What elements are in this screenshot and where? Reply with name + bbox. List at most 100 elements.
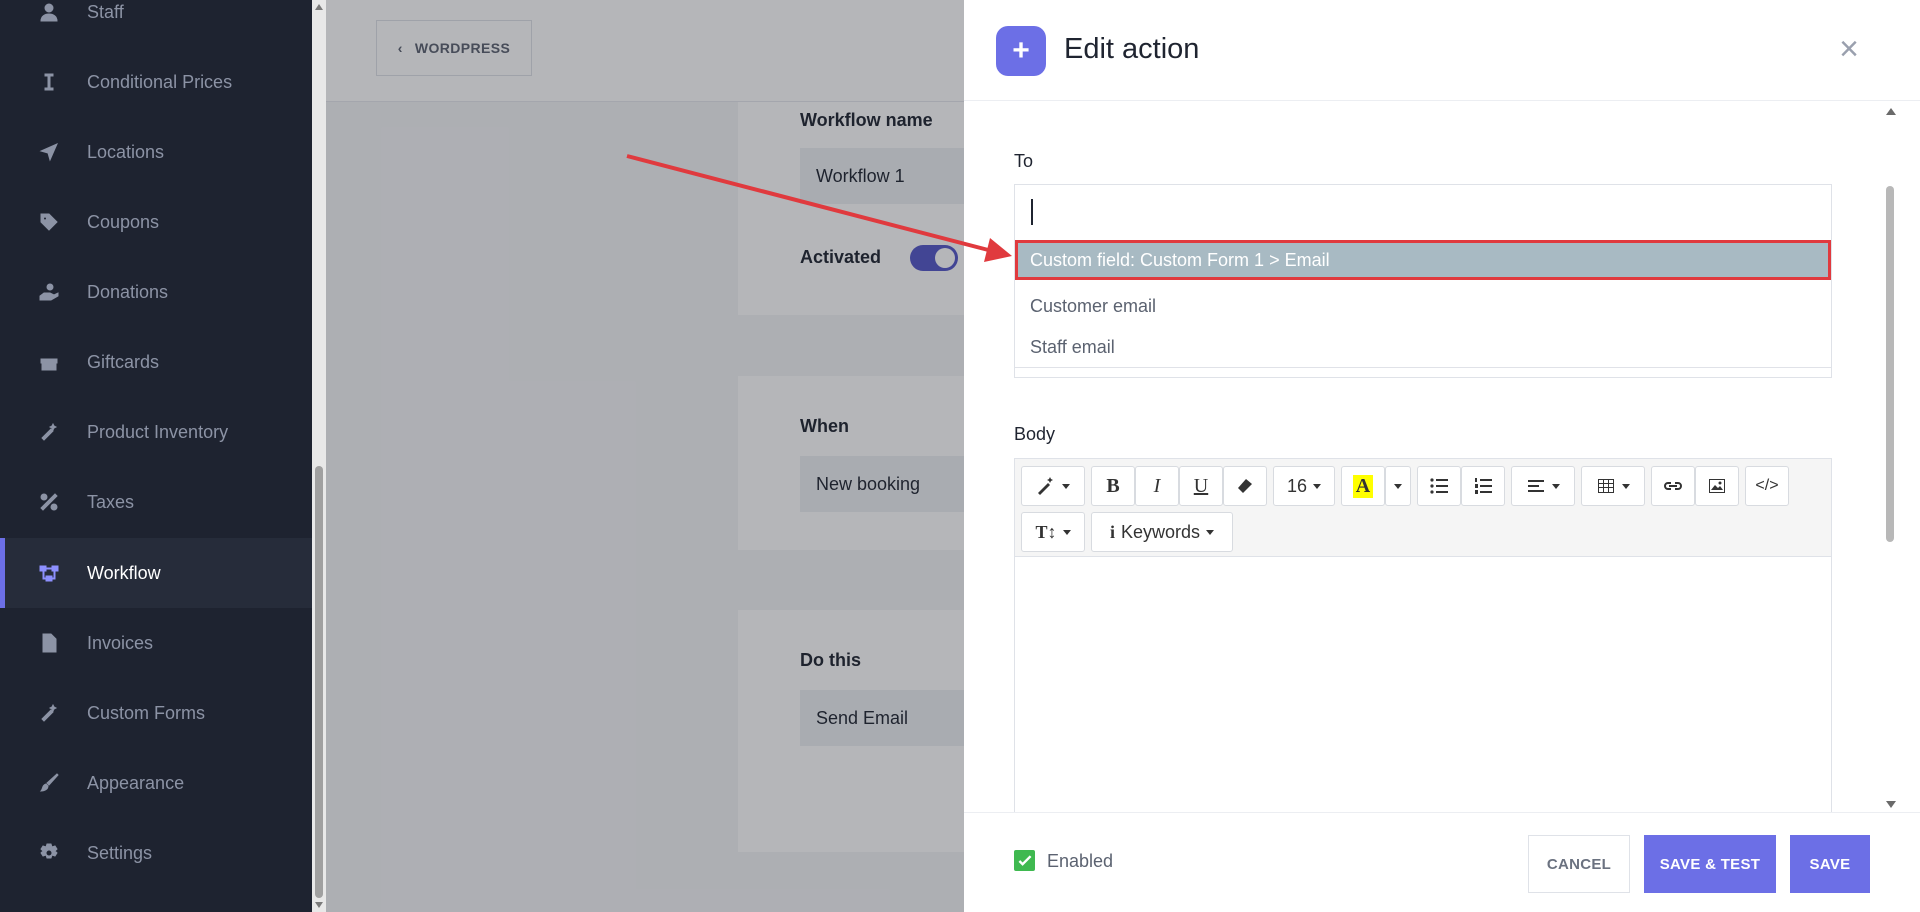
table-dropdown-button[interactable] [1581, 466, 1645, 506]
sidebar-item-locations[interactable]: Locations [0, 117, 312, 187]
magic-wand-icon [1038, 477, 1053, 495]
code-view-button[interactable]: </> [1745, 466, 1789, 506]
text-cursor [1031, 199, 1033, 225]
table-icon [1598, 479, 1614, 493]
hand-holding-icon [38, 281, 60, 303]
sidebar-item-label: Giftcards [87, 351, 160, 372]
body-editor: B I U 16 A </> T↕ i Keywords [1014, 458, 1832, 818]
sidebar-item-label: Product Inventory [87, 421, 229, 442]
bold-button[interactable]: B [1091, 466, 1135, 506]
close-icon[interactable]: × [1834, 32, 1864, 66]
sidebar: Staff Conditional Prices Locations Coupo… [0, 0, 312, 912]
italic-button[interactable]: I [1135, 466, 1179, 506]
to-dropdown: Custom field: Custom Form 1 > Email Cust… [1015, 240, 1831, 368]
insert-link-button[interactable] [1651, 466, 1695, 506]
body-label: Body [1014, 424, 1056, 444]
sidebar-item-label: Custom Forms [87, 702, 206, 723]
brush-icon [38, 772, 60, 794]
sidebar-item-label: Donations [87, 281, 169, 302]
align-dropdown-button[interactable] [1511, 466, 1575, 506]
i-beam-icon [38, 71, 60, 93]
scrollbar-thumb[interactable] [1886, 186, 1894, 542]
insert-image-button[interactable] [1695, 466, 1739, 506]
sidebar-item-taxes[interactable]: Taxes [0, 467, 312, 537]
scroll-up-arrow[interactable] [315, 4, 323, 10]
bullet-list-icon [1430, 478, 1448, 494]
save-button[interactable]: SAVE [1790, 835, 1870, 893]
sidebar-item-coupons[interactable]: Coupons [0, 187, 312, 257]
sidebar-item-label: Appearance [87, 772, 185, 793]
cancel-button[interactable]: CANCEL [1528, 835, 1630, 893]
sidebar-item-label: Staff [87, 1, 124, 22]
image-icon [1709, 479, 1725, 493]
sidebar-item-label: Conditional Prices [87, 71, 233, 92]
location-arrow-icon [38, 141, 60, 163]
enabled-label: Enabled [1047, 851, 1114, 871]
color-dropdown-button[interactable] [1385, 466, 1411, 506]
italic-icon: I [1153, 474, 1161, 497]
clear-format-button[interactable] [1223, 466, 1267, 506]
sidebar-item-conditional-prices[interactable]: Conditional Prices [0, 47, 312, 117]
to-select[interactable]: Custom field: Custom Form 1 > Email Cust… [1014, 184, 1832, 378]
numbered-list-icon [1475, 478, 1492, 494]
to-search-input[interactable] [1015, 185, 1831, 240]
style-dropdown-button[interactable] [1021, 466, 1085, 506]
sidebar-item-workflow[interactable]: Workflow [0, 538, 312, 608]
panel-footer: Enabled CANCEL SAVE & TEST SAVE [964, 812, 1920, 912]
scrollbar-thumb[interactable] [315, 466, 323, 898]
unordered-list-button[interactable] [1417, 466, 1461, 506]
sidebar-scrollbar[interactable] [312, 0, 326, 912]
scroll-down-arrow[interactable] [1886, 801, 1896, 808]
to-label: To [1014, 151, 1034, 171]
dropdown-option-staff-email[interactable]: Staff email [1015, 327, 1831, 367]
checkmark-icon [1018, 854, 1031, 866]
sidebar-item-staff[interactable]: Staff [0, 0, 312, 47]
underline-icon: U [1193, 474, 1209, 497]
sidebar-item-label: Coupons [87, 211, 160, 232]
scroll-up-arrow[interactable] [1886, 108, 1896, 115]
panel-title: Edit action [1064, 33, 1200, 65]
text-size-dropdown[interactable]: T↕ [1021, 512, 1085, 552]
enabled-checkbox[interactable] [1014, 850, 1035, 871]
keywords-label: Keywords [1120, 521, 1201, 542]
underline-button[interactable]: U [1179, 466, 1223, 506]
editor-toolbar: B I U 16 A </> T↕ i Keywords [1015, 459, 1831, 557]
tag-icon [38, 211, 60, 233]
gift-icon [38, 351, 60, 373]
panel-scrollbar[interactable] [1882, 104, 1898, 812]
magic-wand-icon [38, 702, 60, 724]
file-icon [38, 632, 60, 654]
sidebar-item-custom-forms[interactable]: Custom Forms [0, 678, 312, 748]
link-icon [1664, 482, 1682, 490]
sidebar-item-giftcards[interactable]: Giftcards [0, 327, 312, 397]
magic-wand-icon [38, 421, 60, 443]
sidebar-item-product-inventory[interactable]: Product Inventory [0, 397, 312, 467]
dropdown-option-customer-email[interactable]: Customer email [1015, 286, 1831, 326]
sidebar-item-settings[interactable]: Settings [0, 818, 312, 888]
sidebar-item-label: Locations [87, 141, 165, 162]
scroll-down-arrow[interactable] [315, 902, 323, 908]
plus-icon: + [996, 26, 1046, 76]
save-and-test-button[interactable]: SAVE & TEST [1644, 835, 1776, 893]
body-content-area[interactable] [1015, 557, 1831, 817]
font-size-value: 16 [1286, 475, 1308, 496]
workflow-icon [38, 562, 60, 584]
sidebar-item-label: Workflow [87, 562, 161, 583]
highlight-color-button[interactable]: A [1341, 466, 1385, 506]
sidebar-item-label: Settings [87, 842, 153, 863]
ordered-list-button[interactable] [1461, 466, 1505, 506]
user-icon [38, 1, 60, 23]
align-left-icon [1528, 480, 1544, 492]
info-icon: i [1109, 521, 1115, 542]
keywords-dropdown[interactable]: i Keywords [1091, 512, 1233, 552]
gear-icon [38, 842, 60, 864]
eraser-icon [1238, 479, 1252, 493]
percent-icon [38, 491, 60, 513]
sidebar-item-invoices[interactable]: Invoices [0, 608, 312, 678]
sidebar-item-label: Invoices [87, 632, 154, 653]
dropdown-option-custom-field-email[interactable]: Custom field: Custom Form 1 > Email [1015, 240, 1831, 280]
panel-header: + Edit action × [964, 0, 1920, 101]
sidebar-item-donations[interactable]: Donations [0, 257, 312, 327]
sidebar-item-appearance[interactable]: Appearance [0, 748, 312, 818]
font-size-dropdown[interactable]: 16 [1273, 466, 1335, 506]
